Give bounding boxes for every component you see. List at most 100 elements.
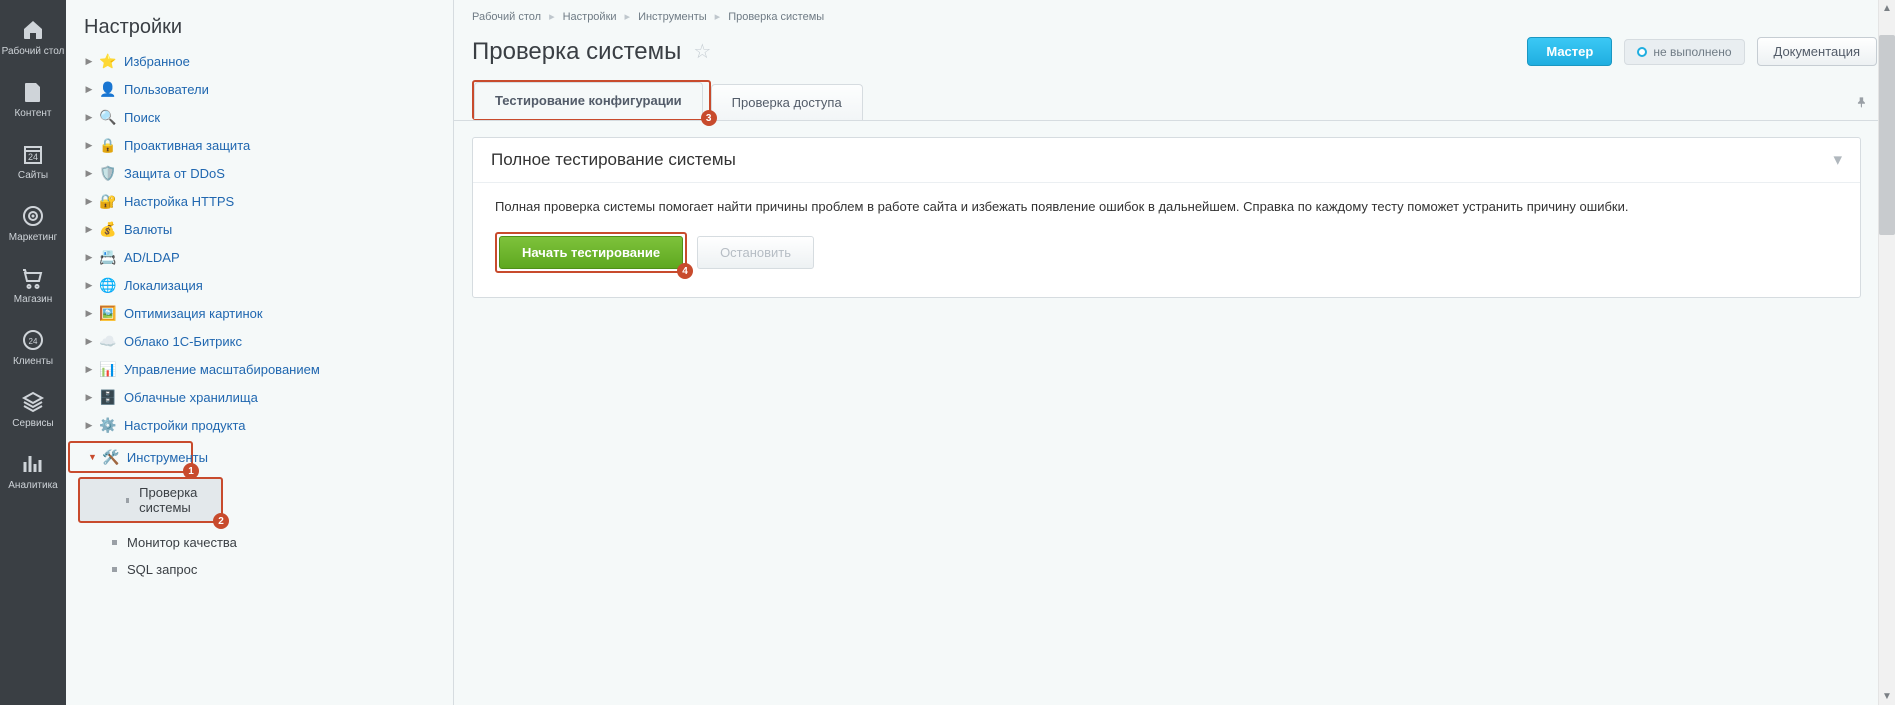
tab-config[interactable]: Тестирование конфигурации — [474, 82, 703, 119]
panel-body: Полная проверка системы помогает найти п… — [473, 183, 1860, 297]
tools-icon: 🛠️ — [103, 449, 119, 465]
tree-scale[interactable]: ▶📊Управление масштабированием — [66, 355, 453, 383]
tree-currency[interactable]: ▶💰Валюты — [66, 215, 453, 243]
shield-icon: 🛡️ — [100, 165, 116, 181]
chevron-right-icon: ▶ — [84, 392, 94, 402]
chevron-right-icon: ▶ — [84, 196, 94, 206]
scrollbar[interactable]: ▲ ▼ — [1878, 0, 1895, 705]
rail-marketing[interactable]: Маркетинг — [0, 192, 66, 254]
rail-services[interactable]: Сервисы — [0, 378, 66, 440]
lock-icon: 🔒 — [100, 137, 116, 153]
panel-head: Полное тестирование системы ▾ — [473, 138, 1860, 183]
stop-test-button[interactable]: Остановить — [697, 236, 814, 269]
collapse-icon[interactable]: ▾ — [1833, 150, 1842, 170]
scroll-up-icon[interactable]: ▲ — [1879, 0, 1895, 17]
crumb-settings[interactable]: Настройки — [563, 11, 617, 23]
favorite-star-icon[interactable]: ☆ — [693, 39, 711, 64]
tree-favorites[interactable]: ▶⭐Избранное — [66, 47, 453, 75]
sidebar-title: Настройки — [66, 0, 453, 47]
scroll-down-icon[interactable]: ▼ — [1879, 688, 1895, 705]
annotation-badge-2: 2 — [213, 513, 229, 529]
main-container: Рабочий стол ▸ Настройки ▸ Инструменты ▸… — [454, 0, 1895, 705]
calendar-icon: 24 — [21, 142, 45, 166]
rail-label: Сайты — [18, 170, 48, 181]
tree-https[interactable]: ▶🔐Настройка HTTPS — [66, 187, 453, 215]
header-actions: Мастер не выполнено Документация — [1527, 37, 1877, 66]
rail-desktop[interactable]: Рабочий стол — [0, 6, 66, 68]
tree-instruments[interactable]: ▼ 🛠️ Инструменты 1 — [68, 441, 193, 473]
chevron-right-icon: ▶ — [84, 84, 94, 94]
bullet-icon — [126, 498, 129, 503]
start-test-button[interactable]: Начать тестирование — [499, 236, 683, 269]
home-icon — [21, 18, 45, 42]
page-header: Проверка системы ☆ Мастер не выполнено Д… — [454, 33, 1895, 80]
chevron-right-icon: ▶ — [84, 280, 94, 290]
chevron-right-icon: ▶ — [84, 224, 94, 234]
chevron-right-icon: ▸ — [625, 10, 631, 23]
star-icon: ⭐ — [100, 53, 116, 69]
chevron-right-icon: ▶ — [84, 140, 94, 150]
rail-content[interactable]: Контент — [0, 68, 66, 130]
rail-label: Рабочий стол — [2, 46, 65, 57]
tree-cloud[interactable]: ▶☁️Облако 1С-Битрикс — [66, 327, 453, 355]
scroll-thumb[interactable] — [1879, 35, 1895, 235]
rail-label: Маркетинг — [9, 232, 58, 243]
rail-label: Сервисы — [12, 418, 53, 429]
crumb-desktop[interactable]: Рабочий стол — [472, 11, 541, 23]
tree-images[interactable]: ▶🖼️Оптимизация картинок — [66, 299, 453, 327]
tree-localization[interactable]: ▶🌐Локализация — [66, 271, 453, 299]
tab-access[interactable]: Проверка доступа — [711, 84, 863, 120]
tree-ldap[interactable]: ▶📇AD/LDAP — [66, 243, 453, 271]
status-chip: не выполнено — [1624, 39, 1744, 65]
tab-config-wrap: Тестирование конфигурации 3 — [472, 80, 711, 120]
rail-clients[interactable]: 24 Клиенты — [0, 316, 66, 378]
storage-icon: 🗄️ — [100, 389, 116, 405]
chevron-right-icon: ▶ — [84, 252, 94, 262]
left-rail: Рабочий стол Контент 24 Сайты Маркетинг … — [0, 0, 66, 705]
chevron-right-icon: ▶ — [84, 308, 94, 318]
doc-icon — [21, 80, 45, 104]
tree-storage[interactable]: ▶🗄️Облачные хранилища — [66, 383, 453, 411]
documentation-button[interactable]: Документация — [1757, 37, 1878, 66]
master-button[interactable]: Мастер — [1527, 37, 1612, 66]
tree-product[interactable]: ▶⚙️Настройки продукта — [66, 411, 453, 439]
rail-label: Контент — [14, 108, 51, 119]
gear-icon: ⚙️ — [100, 417, 116, 433]
tree-child-system-check[interactable]: Проверка системы 2 — [78, 477, 223, 523]
clients-icon: 24 — [21, 328, 45, 352]
rail-analytics[interactable]: Аналитика — [0, 440, 66, 502]
svg-text:24: 24 — [29, 337, 38, 346]
panel-title: Полное тестирование системы — [491, 150, 736, 170]
tree-proactive[interactable]: ▶🔒Проактивная защита — [66, 131, 453, 159]
tree-users[interactable]: ▶👤Пользователи — [66, 75, 453, 103]
status-text: не выполнено — [1653, 45, 1731, 59]
search-icon: 🔍 — [100, 109, 116, 125]
pin-icon[interactable] — [1847, 87, 1877, 120]
image-icon: 🖼️ — [100, 305, 116, 321]
tabstrip: Тестирование конфигурации 3 Проверка дос… — [454, 80, 1895, 121]
tree-child-sql[interactable]: SQL запрос — [66, 556, 453, 583]
page-title: Проверка системы — [472, 38, 681, 66]
rail-label: Магазин — [14, 294, 53, 305]
tree-child-quality[interactable]: Монитор качества — [66, 529, 453, 556]
chevron-down-icon: ▼ — [88, 452, 97, 462]
scale-icon: 📊 — [100, 361, 116, 377]
status-dot-icon — [1637, 47, 1647, 57]
chart-icon — [21, 452, 45, 476]
chevron-right-icon: ▶ — [84, 364, 94, 374]
svg-text:24: 24 — [28, 152, 38, 162]
rail-sites[interactable]: 24 Сайты — [0, 130, 66, 192]
bullet-icon — [112, 540, 117, 545]
action-row: Начать тестирование 4 Остановить — [495, 232, 1838, 273]
tree-ddos[interactable]: ▶🛡️Защита от DDoS — [66, 159, 453, 187]
target-icon — [21, 204, 45, 228]
chevron-right-icon: ▶ — [84, 420, 94, 430]
rail-shop[interactable]: Магазин — [0, 254, 66, 316]
money-icon: 💰 — [100, 221, 116, 237]
crumb-current[interactable]: Проверка системы — [728, 11, 824, 23]
tree-search[interactable]: ▶🔍Поиск — [66, 103, 453, 131]
rail-label: Аналитика — [8, 480, 58, 491]
main: Рабочий стол ▸ Настройки ▸ Инструменты ▸… — [454, 0, 1895, 705]
crumb-instruments[interactable]: Инструменты — [638, 11, 707, 23]
chevron-right-icon: ▶ — [84, 168, 94, 178]
